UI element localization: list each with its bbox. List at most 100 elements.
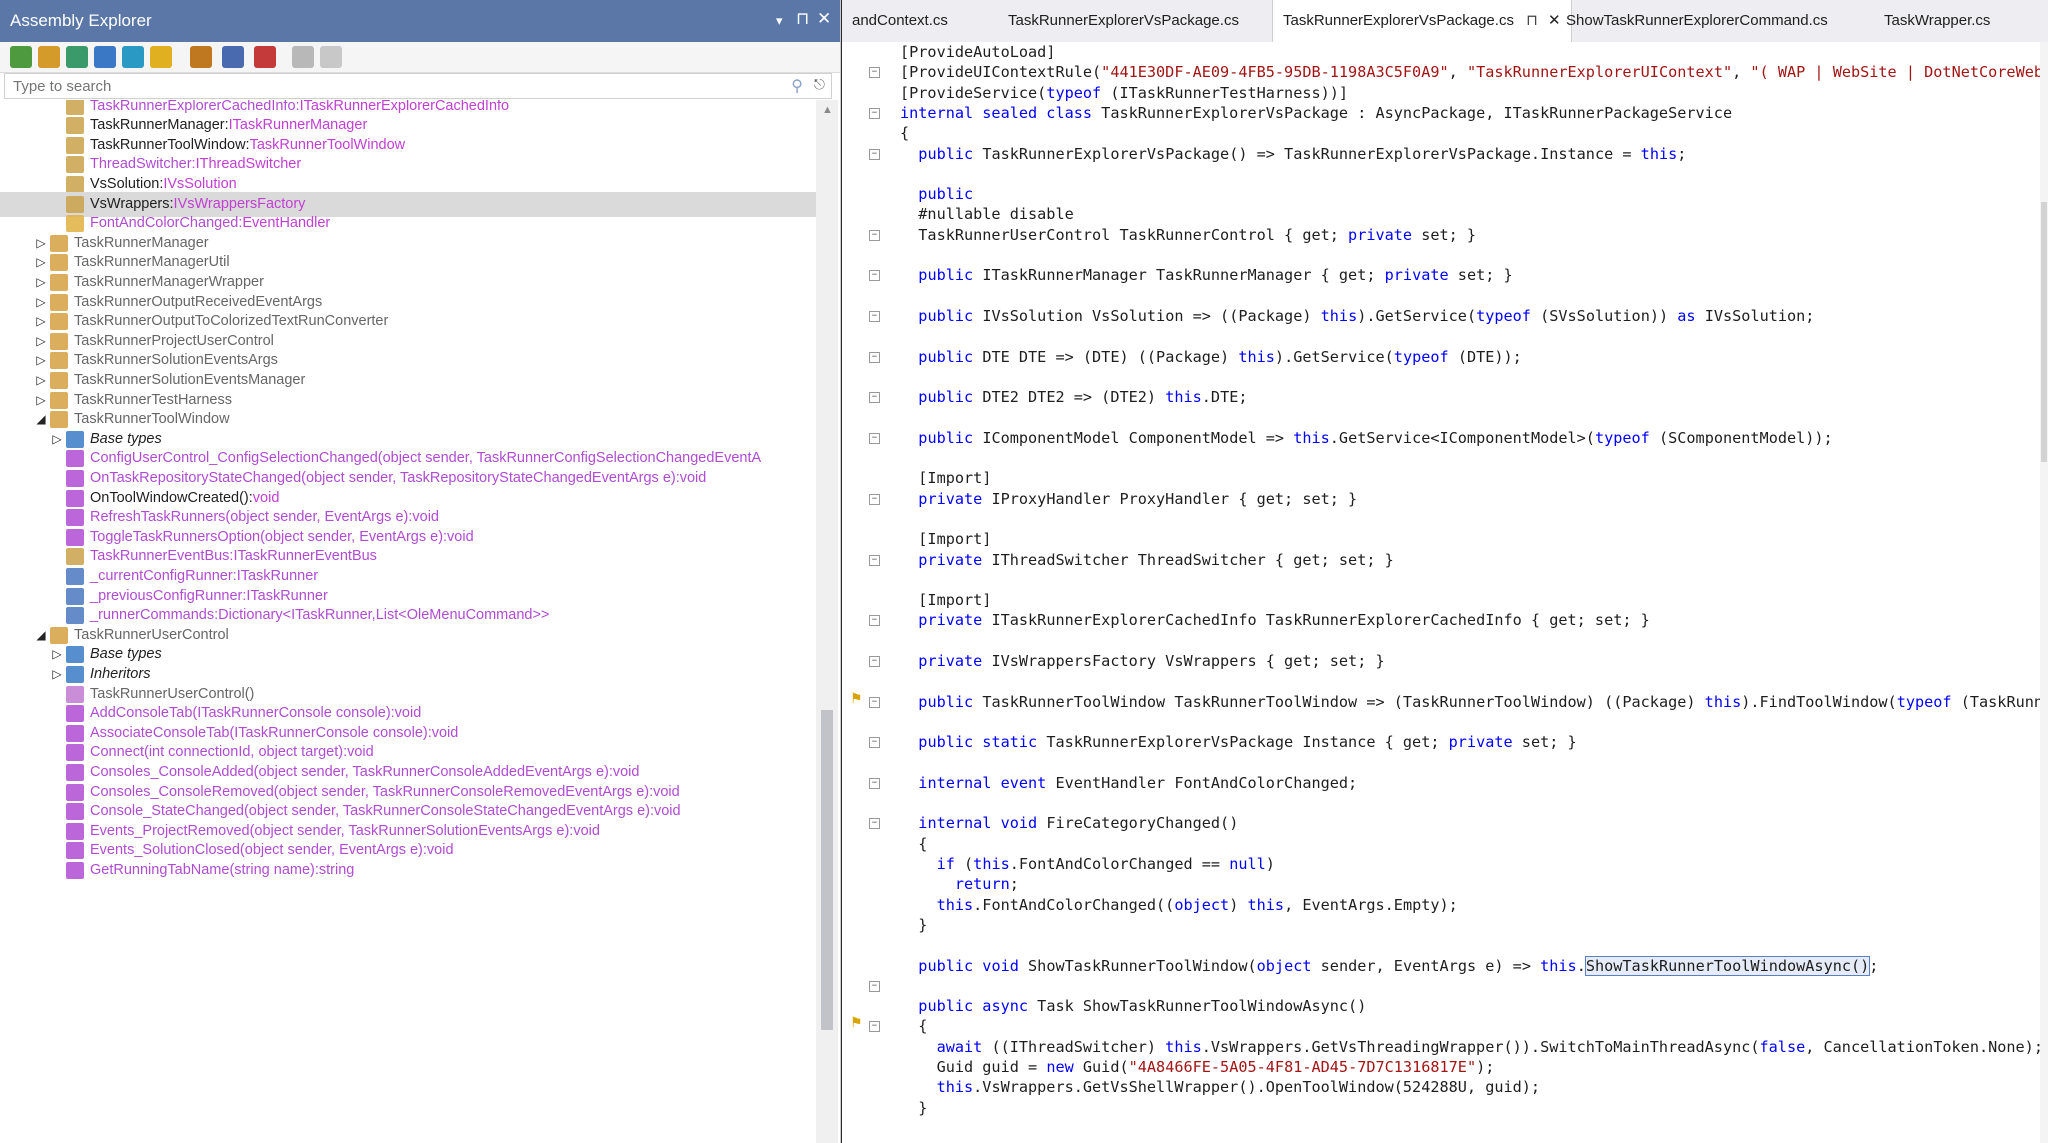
fold-toggle-icon[interactable]: − <box>869 777 880 789</box>
fold-toggle-icon[interactable]: − <box>869 1021 880 1033</box>
search-box[interactable]: ⚲ ⎋ <box>4 73 832 99</box>
tree-row[interactable]: GetRunningTabName(string name):string <box>0 858 816 883</box>
pin-icon[interactable]: ⊓ <box>796 9 809 29</box>
quick-action-icon[interactable]: ⚑ <box>850 690 863 707</box>
code-token: [Import] <box>900 469 992 488</box>
fold-toggle-icon[interactable]: − <box>869 980 880 992</box>
search-pin-icon[interactable]: ⎋ <box>814 76 825 93</box>
method-icon <box>66 509 84 527</box>
code-line: public IComponentModel ComponentModel =>… <box>900 428 1832 448</box>
fold-toggle-icon[interactable]: − <box>869 615 880 627</box>
fold-toggle-icon[interactable]: − <box>869 818 880 830</box>
fold-toggle-icon[interactable]: − <box>869 148 880 160</box>
code-token: TaskRunnerUserControl TaskRunnerControl … <box>900 225 1349 244</box>
code-line: [Import] <box>900 590 991 610</box>
fold-toggle-icon[interactable]: − <box>869 493 880 505</box>
member-name: Console_StateChanged(object sender, Task… <box>90 803 681 820</box>
code-line: public static TaskRunnerExplorerVsPackag… <box>900 732 1577 752</box>
code-token: Guid guid = <box>900 1058 1047 1076</box>
fold-toggle-icon[interactable]: − <box>869 107 880 119</box>
open-assembly-icon[interactable] <box>10 46 32 68</box>
fold-toggle-icon[interactable]: − <box>869 696 880 708</box>
member-type: IVsWrappersFactory <box>173 195 306 212</box>
code-token: set; } <box>1448 266 1513 285</box>
prop-icon <box>66 117 84 135</box>
method-icon <box>66 528 84 546</box>
tab-vspackage-active[interactable]: TaskRunnerExplorerVsPackage.cs ⊓ ✕ <box>1272 0 1572 42</box>
fold-toggle-icon[interactable]: − <box>869 270 880 282</box>
code-line: [ProvideAutoLoad] <box>900 42 1055 62</box>
method-icon <box>66 450 84 468</box>
class-icon <box>50 293 68 311</box>
code-token: public <box>918 144 974 163</box>
key-icon[interactable] <box>150 46 172 68</box>
panel-menu-icon[interactable]: ▾ <box>776 13 783 29</box>
tab-taskwrapper[interactable]: TaskWrapper.cs <box>1874 0 2000 42</box>
event-icon <box>66 215 84 233</box>
code-token: typeof <box>1896 692 1952 711</box>
collapse-icon[interactable] <box>292 46 314 68</box>
fold-toggle-icon[interactable]: − <box>869 554 880 566</box>
code-token: [ProvideAutoLoad] <box>900 43 1056 61</box>
quick-action-icon[interactable]: ⚑ <box>850 1014 863 1031</box>
search-icon[interactable]: ⚲ <box>791 76 803 96</box>
code-token: set; } <box>1512 733 1577 752</box>
tree-scrollbar[interactable]: ▲ <box>816 100 838 1143</box>
class-icon <box>50 332 68 350</box>
code-token: public async <box>918 997 1029 1016</box>
export-icon[interactable] <box>222 46 244 68</box>
folder-icon[interactable] <box>190 46 212 68</box>
code-editor[interactable]: − − − − − − − − − − − − − − − − − − − ⚑ ⚑ [ProvideAutoLoad][… <box>842 42 2048 1143</box>
tab-andcontext[interactable]: andContext.cs <box>842 0 958 42</box>
assembly-list-icon[interactable] <box>66 46 88 68</box>
method-icon <box>66 724 84 742</box>
prop-icon <box>66 136 84 154</box>
editor-scrollbar[interactable] <box>2040 42 2048 1143</box>
code-token: object <box>1174 895 1230 914</box>
scroll-up-icon[interactable]: ▲ <box>822 104 833 116</box>
settings-icon[interactable] <box>320 46 342 68</box>
fold-toggle-icon[interactable]: − <box>869 432 880 444</box>
code-token: .FontAndColorChanged(( <box>973 895 1175 914</box>
code-token: , <box>1448 63 1467 82</box>
code-token: { <box>900 1017 928 1036</box>
member-name: _runnerCommands:Dictionary<ITaskRunner,L… <box>90 607 550 624</box>
fold-toggle-icon[interactable]: − <box>869 737 880 749</box>
code-token: private <box>1448 733 1513 752</box>
editor-scrollbar-thumb[interactable] <box>2041 202 2047 462</box>
open-folder-icon[interactable] <box>38 46 60 68</box>
nuget-icon[interactable] <box>94 46 116 68</box>
fold-toggle-icon[interactable]: − <box>869 229 880 241</box>
fold-toggle-icon[interactable]: − <box>869 67 880 79</box>
close-panel-icon[interactable]: ✕ <box>817 9 831 29</box>
code-token: if <box>936 855 955 873</box>
method-icon <box>66 705 84 723</box>
fold-toggle-icon[interactable]: − <box>869 310 880 322</box>
search-input[interactable] <box>11 74 775 98</box>
remove-icon[interactable] <box>254 46 276 68</box>
member-type: EventHandler <box>242 215 331 232</box>
sync-icon[interactable] <box>122 46 144 68</box>
member-name: TaskRunnerProjectUserControl <box>74 332 274 349</box>
code-line: #nullable disable <box>900 204 1073 224</box>
code-token: } <box>900 915 928 934</box>
code-token: DTE2 DTE2 => (DTE2) <box>973 388 1166 407</box>
class-icon <box>50 254 68 272</box>
code-token: { <box>900 834 928 853</box>
fold-toggle-icon[interactable]: − <box>869 392 880 404</box>
tab-vspackage[interactable]: TaskRunnerExplorerVsPackage.cs <box>998 0 1249 42</box>
code-token: .VsWrappers.GetVsThreadingWrapper()).Swi… <box>1201 1037 1760 1056</box>
field-icon <box>66 568 84 585</box>
fold-toggle-icon[interactable]: − <box>869 351 880 363</box>
tab-label: andContext.cs <box>852 12 948 29</box>
tab-pin-icon[interactable]: ⊓ <box>1526 12 1538 29</box>
scrollbar-thumb[interactable] <box>821 710 833 1030</box>
tab-show-command[interactable]: ShowTaskRunnerExplorerCommand.cs <box>1556 0 1838 42</box>
fold-toggle-icon[interactable]: − <box>869 656 880 667</box>
code-token: public static <box>918 733 1038 752</box>
member-name: RefreshTaskRunners(object sender, EventA… <box>90 509 439 526</box>
class-icon <box>50 274 68 291</box>
